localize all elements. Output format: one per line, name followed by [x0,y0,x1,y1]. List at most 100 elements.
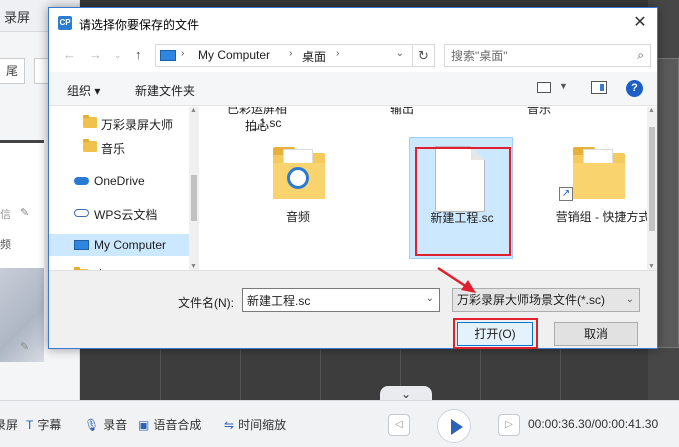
computer-icon [74,240,89,250]
address-bar[interactable]: › My Computer › 桌面 › ⌄ ↻ [155,44,435,67]
sidebar-item-my-computer[interactable]: My Computer [49,234,189,256]
file-name-partial-4[interactable]: 音乐 [519,107,559,117]
folder-media-icon [273,147,325,199]
file-list-scrollbar[interactable]: ▲ ▼ [647,107,657,270]
dialog-footer: 文件名(N): ⌄ 万彩录屏大师场景文件(*.sc) ⌄ 打开(O) 取消 [49,270,657,349]
close-icon[interactable]: ✕ [627,10,653,36]
computer-icon [160,50,176,61]
left-card-label: 信 [0,209,11,221]
breadcrumb-desktop[interactable]: 桌面 [302,48,326,65]
preview-pane-icon[interactable] [591,81,607,94]
wps-cloud-icon [74,209,89,217]
scroll-down-icon[interactable]: ▼ [648,263,655,270]
bottom-toolbar: 录屏 T 字幕 🎙︎ 录音 ▣ 语音合成 ⇋ 时间缩放 ◁ ▷ 00:00:36… [0,400,679,447]
folder-icon [83,115,97,128]
shortcut-arrow-icon: ↗ [559,187,573,201]
play-button[interactable] [437,409,471,443]
view-dropdown-icon[interactable]: ▼ [559,81,568,91]
help-icon[interactable]: ? [626,80,643,97]
file-name-label: 文件名(N): [178,296,234,310]
new-folder-button[interactable]: 新建文件夹 [135,82,195,99]
right-panel-box [656,58,679,348]
chevron-down-icon[interactable]: ⌄ [626,289,634,311]
tool-subtitle[interactable]: T 字幕 [26,416,61,433]
navigation-bar: ← → ⌄ ↑ › My Computer › 桌面 › ⌄ ↻ ⌕ [49,38,657,72]
next-frame-button[interactable]: ▷ [498,414,520,436]
tts-icon: ▣ [138,417,150,432]
history-dropdown-icon[interactable]: ⌄ [114,50,122,61]
sidebar-item-wps-cloud[interactable]: WPS云文档 [49,202,189,224]
file-name: 营销组 - 快捷方式 [555,210,651,224]
tool-mic[interactable]: 🎙︎ 录音 [84,416,127,433]
scrollbar-thumb[interactable] [649,127,655,231]
tool-tts[interactable]: ▣ 语音合成 [138,416,201,433]
tool-mic-label: 录音 [103,418,128,432]
breadcrumb-separator: › [289,48,293,59]
highlight-frame-open [453,318,538,349]
left-label: 频 [0,239,11,251]
breadcrumb-separator: › [336,48,340,59]
save-file-dialog: CP 请选择你要保存的文件 ✕ ← → ⌄ ↑ › My Computer › … [48,7,658,349]
timecode: 00:00:36.30/00:00:41.30 [528,417,659,431]
file-type-value: 万彩录屏大师场景文件(*.sc) [457,293,605,307]
sidebar-item-library[interactable]: 库 [49,262,189,270]
file-name: 音频 [285,210,310,224]
forward-arrow-icon[interactable]: → [89,47,102,62]
sidebar-item-label: OneDrive [94,174,145,188]
grid-line [320,348,321,400]
pencil-icon[interactable]: ✎ [20,206,29,219]
file-name-field[interactable]: ⌄ [242,288,440,312]
search-icon: ⌕ [637,48,644,62]
timeline-grid [80,348,648,400]
grid-line [480,348,481,400]
chevron-down-icon[interactable]: ⌄ [426,293,434,304]
highlight-frame-file [415,147,511,256]
organize-menu[interactable]: 组织 ▾ [67,82,100,99]
file-name-partial-3[interactable]: 输出 [382,107,422,117]
grid-line [560,348,561,400]
sidebar-item-label: WPS云文档 [94,208,158,222]
sidebar-item-label: 音乐 [101,142,126,156]
breadcrumb-my-computer[interactable]: My Computer [198,48,270,62]
file-item-audio[interactable]: 音频 [246,137,350,259]
file-name-input[interactable] [247,292,417,309]
file-item-shortcut[interactable]: ↗ 营销组 - 快捷方式 [551,137,655,259]
dialog-title-bar[interactable]: CP 请选择你要保存的文件 ✕ [49,8,657,38]
back-arrow-icon[interactable]: ← [63,47,76,62]
scrollbar-thumb[interactable] [191,175,197,221]
tool-tts-label: 语音合成 [153,418,202,432]
view-mode-icon[interactable] [537,82,551,93]
sidebar-item-music[interactable]: 音乐 [49,136,189,158]
sidebar-item-wancai[interactable]: 万彩录屏大师 [49,112,189,134]
sidebar-scrollbar[interactable]: ▲ ▼ [189,107,199,270]
cloud-icon [74,177,89,185]
folder-shortcut-icon [573,147,625,199]
sidebar-item-label: My Computer [94,238,167,252]
refresh-icon[interactable]: ↻ [412,45,434,66]
scroll-up-icon[interactable]: ▲ [648,107,655,114]
search-input[interactable] [451,47,621,64]
tool-time-scale-label: 时间缩放 [238,418,287,432]
scroll-down-icon[interactable]: ▼ [190,263,197,270]
address-dropdown-icon[interactable]: ⌄ [396,48,404,59]
dialog-title: 请选择你要保存的文件 [79,18,200,32]
left-tool-button[interactable]: 尾 [0,58,25,84]
media-icon [287,167,309,189]
tool-record[interactable]: 录屏 [0,416,18,433]
scroll-up-icon[interactable]: ▲ [190,107,197,114]
tool-record-label: 录屏 [0,418,19,432]
search-box[interactable]: ⌕ [444,44,651,67]
cancel-button[interactable]: 取消 [554,322,638,346]
tool-subtitle-label: 字幕 [37,418,62,432]
file-name-partial-2[interactable]: _1.sc [247,116,287,130]
folder-icon [83,139,97,152]
file-type-select[interactable]: 万彩录屏大师场景文件(*.sc) ⌄ [452,288,640,312]
file-list: 已彩运屏相拍心 _1.sc 输出 音乐 音频 新建工程.sc ↗ 营销组 - 快… [199,107,657,270]
prev-frame-button[interactable]: ◁ [388,414,410,436]
pencil-icon-2[interactable]: ✎ [20,340,29,353]
tool-time-scale[interactable]: ⇋ 时间缩放 [224,416,286,433]
navigation-pane: 万彩录屏大师 音乐 OneDrive WPS云文档 My Computer 库 … [49,107,199,270]
up-arrow-icon[interactable]: ↑ [135,47,142,62]
sidebar-item-onedrive[interactable]: OneDrive [49,170,189,192]
dialog-toolbar: 组织 ▾ 新建文件夹 ▼ ? [49,72,657,106]
